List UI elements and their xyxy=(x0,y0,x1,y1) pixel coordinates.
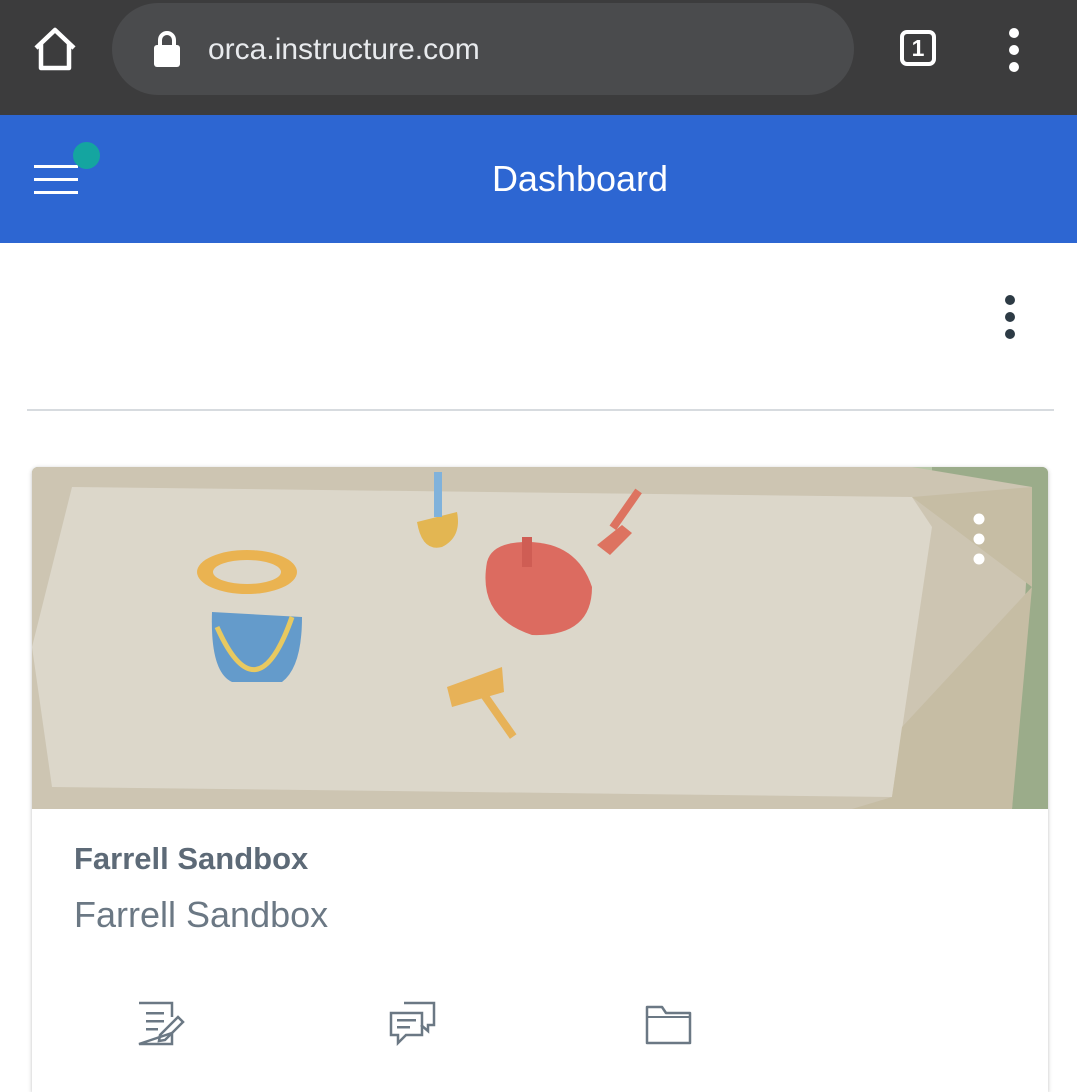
dashboard-options-icon[interactable] xyxy=(992,293,1028,341)
course-options-icon[interactable] xyxy=(964,511,994,567)
divider xyxy=(27,409,1054,411)
course-card[interactable]: Farrell Sandbox Farrell Sandbox xyxy=(32,467,1048,1092)
course-name[interactable]: Farrell Sandbox xyxy=(74,839,308,879)
url-text[interactable]: orca.instructure.com xyxy=(208,30,480,70)
browser-toolbar: orca.instructure.com 1 xyxy=(0,0,1077,115)
discussions-icon[interactable] xyxy=(388,999,438,1049)
course-image[interactable] xyxy=(32,467,1048,809)
page-title: Dashboard xyxy=(491,158,669,199)
course-code: Farrell Sandbox xyxy=(74,894,329,935)
more-vertical-icon[interactable] xyxy=(1000,27,1028,73)
assignments-icon[interactable] xyxy=(136,999,186,1049)
files-icon[interactable] xyxy=(644,999,694,1049)
tab-switcher-button[interactable]: 1 xyxy=(900,30,936,66)
home-icon[interactable] xyxy=(30,24,80,74)
app-header: Dashboard xyxy=(0,115,1077,243)
lock-icon xyxy=(154,31,180,67)
